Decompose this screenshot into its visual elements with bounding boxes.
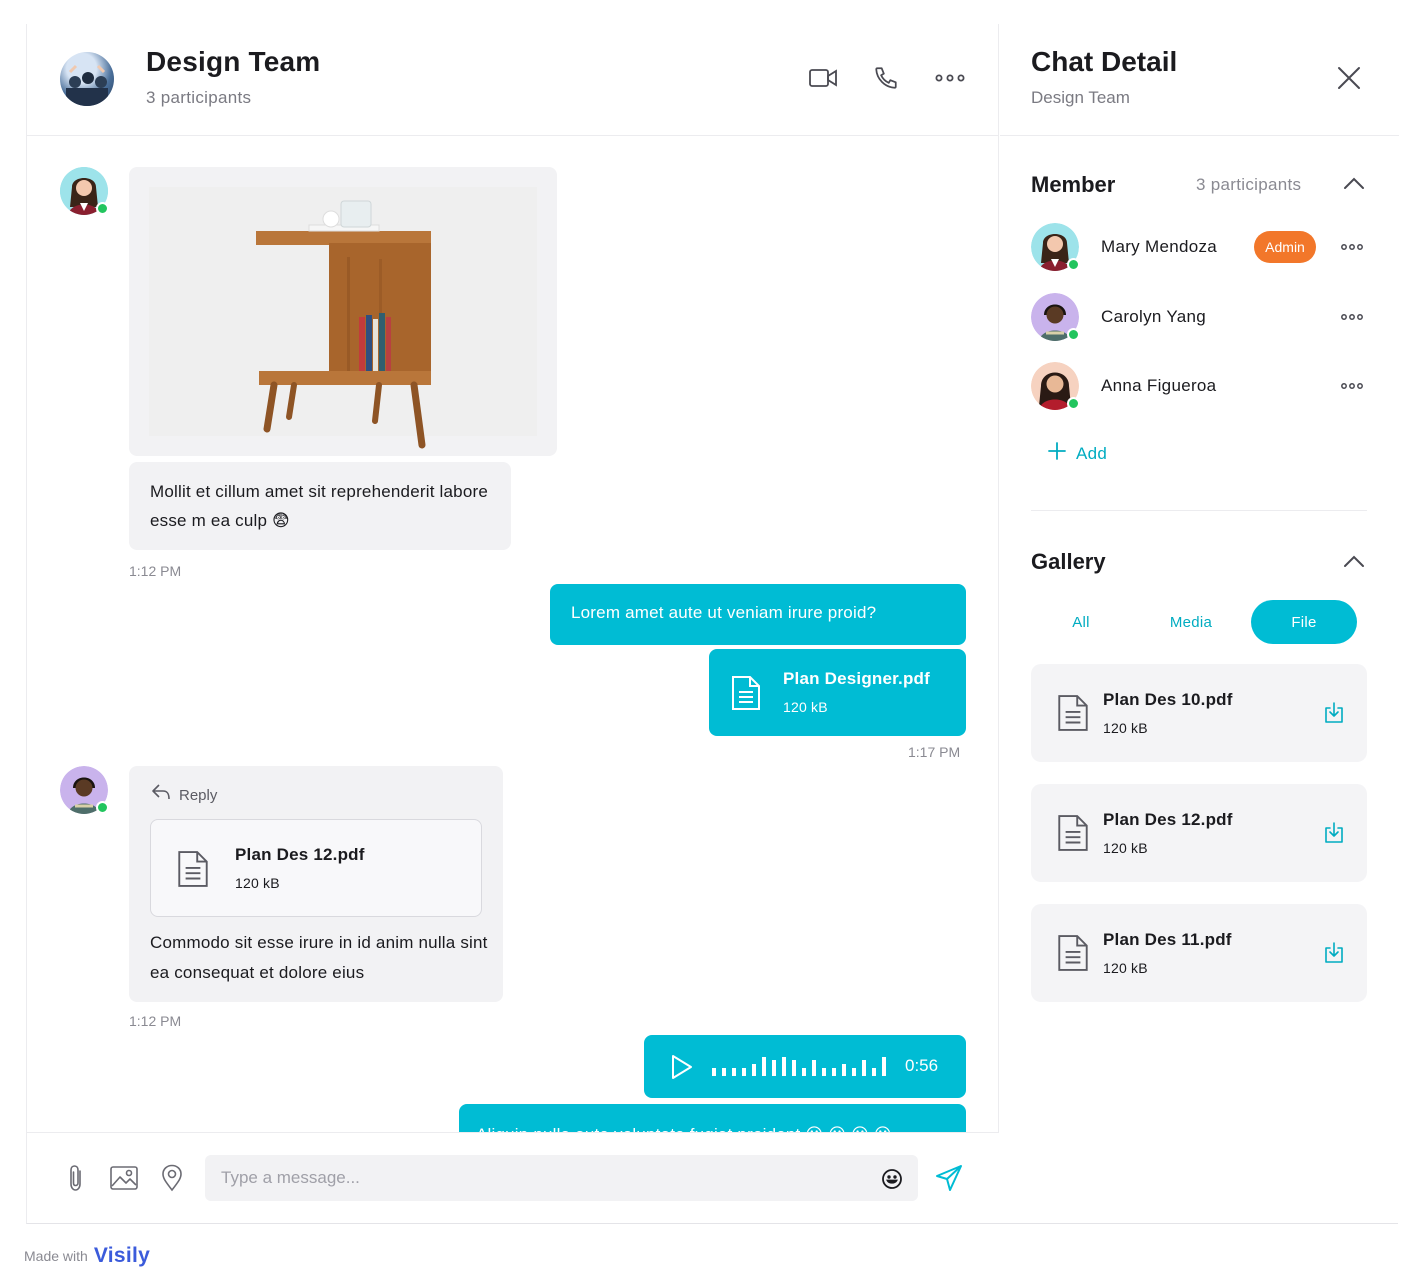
document-icon	[177, 850, 209, 893]
file-name: Plan Des 12.pdf	[235, 845, 365, 864]
tab-media[interactable]: Media	[1140, 600, 1242, 644]
voice-message[interactable]: 0:56	[644, 1035, 966, 1098]
message-text: Mollit et cillum amet sit reprehenderit …	[150, 482, 489, 530]
online-indicator	[1067, 258, 1080, 271]
message-text: Aliquip nulla aute voluptate fugiat proi…	[476, 1120, 949, 1132]
member-name: Mary Mendoza	[1101, 237, 1218, 256]
member-name: Anna Figueroa	[1101, 376, 1217, 395]
file-name: Plan Designer.pdf	[783, 669, 930, 688]
reply-label: Reply	[179, 787, 218, 804]
chat-detail-panel: Chat Detail Design Team Member 3 partici…	[1000, 24, 1399, 1223]
avatar-mary	[1031, 223, 1080, 271]
visily-logo[interactable]: Visily	[94, 1244, 150, 1268]
image-message[interactable]	[129, 167, 557, 456]
document-icon	[1057, 934, 1089, 977]
message-list[interactable]: Mollit et cillum amet sit reprehenderit …	[27, 137, 999, 1132]
file-size: 120 kB	[1103, 840, 1148, 856]
gallery-file-card[interactable]: Plan Des 10.pdf 120 kB	[1031, 664, 1367, 762]
play-icon[interactable]	[670, 1054, 694, 1085]
message-bubble-outgoing: Aliquip nulla aute voluptate fugiat proi…	[459, 1104, 966, 1132]
message-input[interactable]	[205, 1155, 918, 1201]
file-name: Plan Des 11.pdf	[1103, 930, 1232, 949]
file-name: Plan Des 12.pdf	[1103, 810, 1233, 829]
online-indicator	[96, 801, 109, 814]
message-time: 1:12 PM	[129, 563, 182, 579]
download-icon[interactable]	[1323, 822, 1345, 849]
chat-pane: Design Team 3 participants Mollit et cil…	[27, 24, 999, 1223]
gallery-file-card[interactable]: Plan Des 12.pdf 120 kB	[1031, 784, 1367, 882]
member-row[interactable]: Carolyn Yang	[1031, 293, 1367, 343]
member-row[interactable]: Anna Figueroa	[1031, 362, 1367, 412]
message-text: Lorem amet aute ut veniam irure proid?	[571, 603, 877, 622]
avatar-anna	[1031, 362, 1080, 410]
side-table-image	[149, 187, 537, 449]
message-time: 1:12 PM	[129, 1013, 182, 1029]
detail-title: Chat Detail	[1031, 46, 1178, 77]
plus-icon	[1048, 442, 1066, 465]
image-icon[interactable]	[109, 1163, 139, 1193]
file-size: 120 kB	[235, 875, 280, 891]
message-text: Commodo sit esse irure in id anim nulla …	[150, 933, 488, 982]
location-pin-icon[interactable]	[157, 1163, 187, 1193]
close-icon[interactable]	[1337, 66, 1361, 95]
more-horizontal-icon[interactable]	[1339, 376, 1365, 396]
gallery-file-card[interactable]: Plan Des 11.pdf 120 kB	[1031, 904, 1367, 1002]
more-horizontal-icon[interactable]	[1339, 237, 1365, 257]
member-row[interactable]: Mary Mendoza Admin	[1031, 223, 1367, 273]
reply-message: Reply Plan Des 12.pdf 120 kB Commodo sit…	[129, 766, 503, 1002]
member-section-title: Member	[1031, 172, 1116, 197]
chevron-up-icon[interactable]	[1343, 554, 1365, 573]
detail-subtitle: Design Team	[1031, 88, 1130, 107]
download-icon[interactable]	[1323, 942, 1345, 969]
online-indicator	[1067, 328, 1080, 341]
divider	[1031, 510, 1367, 511]
tab-file[interactable]: File	[1251, 600, 1357, 644]
phone-icon[interactable]	[870, 62, 902, 94]
chevron-up-icon[interactable]	[1343, 176, 1365, 195]
download-icon[interactable]	[1323, 702, 1345, 729]
more-horizontal-icon[interactable]	[1339, 307, 1365, 327]
chat-header: Design Team 3 participants	[27, 24, 999, 136]
send-icon[interactable]	[934, 1163, 964, 1193]
attachment-icon[interactable]	[61, 1163, 91, 1193]
online-indicator	[1067, 397, 1080, 410]
admin-badge: Admin	[1254, 231, 1316, 263]
document-icon	[1057, 694, 1089, 737]
document-icon	[731, 675, 761, 716]
online-indicator	[96, 202, 109, 215]
reply-icon	[151, 783, 171, 806]
quoted-file[interactable]: Plan Des 12.pdf 120 kB	[150, 819, 482, 917]
file-size: 120 kB	[1103, 720, 1148, 736]
chat-title: Design Team	[146, 46, 321, 77]
participants-count: 3 participants	[146, 88, 252, 107]
add-member-button[interactable]: Add	[1048, 442, 1107, 465]
file-name: Plan Des 10.pdf	[1103, 690, 1233, 709]
message-time: 1:17 PM	[908, 744, 961, 760]
member-name: Carolyn Yang	[1101, 307, 1207, 326]
chat-app: Design Team 3 participants Mollit et cil…	[26, 24, 1399, 1224]
file-message-outgoing[interactable]: Plan Designer.pdf 120 kB	[709, 649, 966, 736]
gallery-section-title: Gallery	[1031, 549, 1106, 574]
message-composer	[27, 1132, 999, 1223]
message-bubble-outgoing: Lorem amet aute ut veniam irure proid?	[550, 584, 966, 645]
document-icon	[1057, 814, 1089, 857]
emoji-icon[interactable]	[877, 1164, 907, 1194]
group-avatar	[60, 52, 114, 106]
message-bubble-incoming: Mollit et cillum amet sit reprehenderit …	[129, 462, 511, 550]
waveform	[712, 1055, 892, 1084]
avatar-carolyn	[60, 766, 109, 814]
voice-duration: 0:56	[905, 1056, 939, 1075]
detail-header: Chat Detail Design Team	[1000, 24, 1399, 136]
more-horizontal-icon[interactable]	[934, 62, 966, 94]
avatar-carolyn	[1031, 293, 1080, 341]
footer: Made with Visily	[24, 1244, 150, 1268]
avatar-mary	[60, 167, 109, 215]
made-with-label: Made with	[24, 1248, 88, 1264]
add-label: Add	[1076, 443, 1108, 463]
file-size: 120 kB	[783, 699, 828, 715]
tab-all[interactable]: All	[1031, 600, 1131, 644]
video-camera-icon[interactable]	[807, 62, 839, 94]
file-size: 120 kB	[1103, 960, 1148, 976]
member-count: 3 participants	[1196, 175, 1302, 194]
